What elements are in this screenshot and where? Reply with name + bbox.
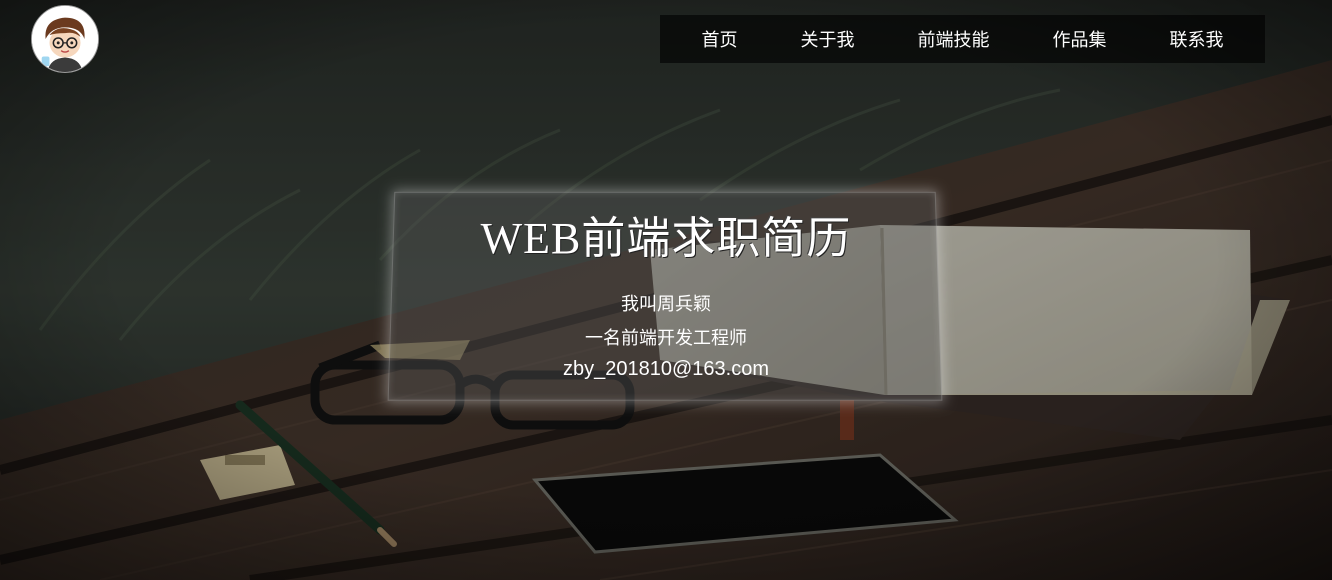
main-nav: 首页 关于我 前端技能 作品集 联系我 — [660, 15, 1265, 63]
nav-item-about[interactable]: 关于我 — [791, 26, 865, 52]
avatar-cartoon-boy-icon — [32, 6, 98, 72]
avatar[interactable] — [31, 5, 99, 73]
nav-item-contact[interactable]: 联系我 — [1160, 26, 1234, 52]
page: 首页 关于我 前端技能 作品集 联系我 WEB前端求职简历 我叫周兵颖 一名前端… — [0, 0, 1332, 580]
name-line: 我叫周兵颖 — [621, 294, 711, 315]
nav-item-home[interactable]: 首页 — [692, 26, 748, 52]
nav-item-portfolio[interactable]: 作品集 — [1043, 26, 1117, 52]
nav-item-skills[interactable]: 前端技能 — [908, 26, 1000, 52]
role-line: 一名前端开发工程师 — [585, 328, 747, 349]
email-line[interactable]: zby_201810@163.com — [0, 358, 1332, 381]
resume-title: WEB前端求职简历 — [480, 214, 852, 263]
